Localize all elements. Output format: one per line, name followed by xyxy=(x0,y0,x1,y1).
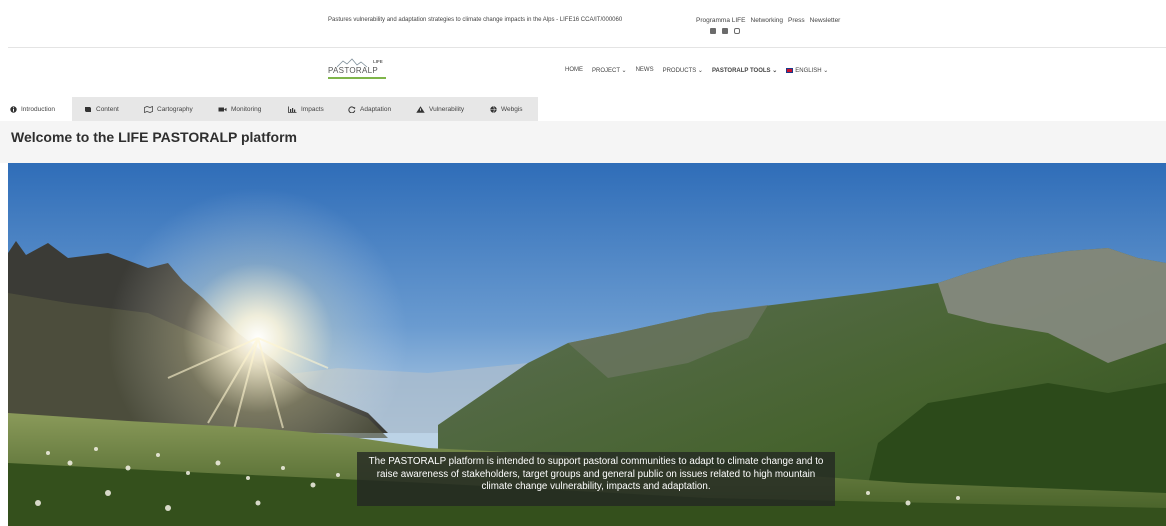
project-tagline: Pastures vulnerability and adaptation st… xyxy=(328,17,623,23)
nav-news[interactable]: NEWS xyxy=(636,67,654,74)
nav-language[interactable]: ENGLISH ⌄ xyxy=(786,67,828,74)
tab-label: Vulnerability xyxy=(429,105,465,113)
youtube-icon[interactable] xyxy=(722,28,728,34)
facebook-icon[interactable] xyxy=(710,28,716,34)
chart-icon xyxy=(288,106,297,113)
uk-flag-icon xyxy=(786,67,794,73)
tab-content[interactable]: Content xyxy=(84,97,119,121)
social-links xyxy=(710,28,740,34)
nav-pastoralp-tools[interactable]: PASTORALP TOOLS ⌄ xyxy=(712,67,777,74)
tab-webgis[interactable]: Webgis xyxy=(490,97,523,121)
tab-impacts[interactable]: Impacts xyxy=(288,97,324,121)
globe-icon xyxy=(490,105,497,113)
refresh-icon xyxy=(348,105,356,113)
tab-monitoring[interactable]: Monitoring xyxy=(218,97,261,121)
nav-home[interactable]: HOME xyxy=(565,67,583,74)
warning-icon xyxy=(416,105,425,113)
tab-introduction[interactable]: Introduction xyxy=(10,97,72,121)
tab-label: Adaptation xyxy=(360,105,392,113)
tab-adaptation[interactable]: Adaptation xyxy=(348,97,391,121)
top-link-press[interactable]: Press xyxy=(788,17,805,24)
nav-products[interactable]: PRODUCTS ⌄ xyxy=(663,67,703,74)
pastoralp-logo[interactable]: LIFE PASTORALP xyxy=(327,58,387,84)
main-navbar: LIFE PASTORALP HOME PROJECT ⌄ NEWS PRODU… xyxy=(8,49,1166,97)
tab-label: Monitoring xyxy=(231,105,262,113)
tab-cartography[interactable]: Cartography xyxy=(144,97,193,121)
tab-vulnerability[interactable]: Vulnerability xyxy=(416,97,464,121)
main-menu: HOME PROJECT ⌄ NEWS PRODUCTS ⌄ PASTORALP… xyxy=(565,67,828,74)
top-link-networking[interactable]: Networking xyxy=(751,17,784,24)
top-link-programma-life[interactable]: Programma LIFE xyxy=(696,17,746,24)
book-icon xyxy=(85,106,91,112)
tab-label: Content xyxy=(96,105,119,113)
tab-label: Impacts xyxy=(301,105,324,113)
map-icon xyxy=(144,105,153,113)
tab-label: Webgis xyxy=(501,105,523,113)
top-bar: Pastures vulnerability and adaptation st… xyxy=(8,10,1166,48)
nav-language-label: ENGLISH ⌄ xyxy=(795,68,829,74)
instagram-icon[interactable] xyxy=(734,28,740,34)
video-camera-icon xyxy=(218,107,227,111)
info-icon xyxy=(10,105,17,113)
tab-label: Introduction xyxy=(21,105,55,113)
top-link-newsletter[interactable]: Newsletter xyxy=(810,17,841,24)
tab-label: Cartography xyxy=(157,105,193,113)
logo-underline xyxy=(328,77,386,79)
logo-life-label: LIFE xyxy=(373,59,383,64)
top-links: Programma LIFE Networking Press Newslett… xyxy=(696,17,840,24)
logo-wordmark: PASTORALP xyxy=(328,66,378,75)
hero-caption: The PASTORALP platform is intended to su… xyxy=(357,452,835,506)
nav-project[interactable]: PROJECT ⌄ xyxy=(592,67,627,74)
page-title: Welcome to the LIFE PASTORALP platform xyxy=(11,129,297,145)
